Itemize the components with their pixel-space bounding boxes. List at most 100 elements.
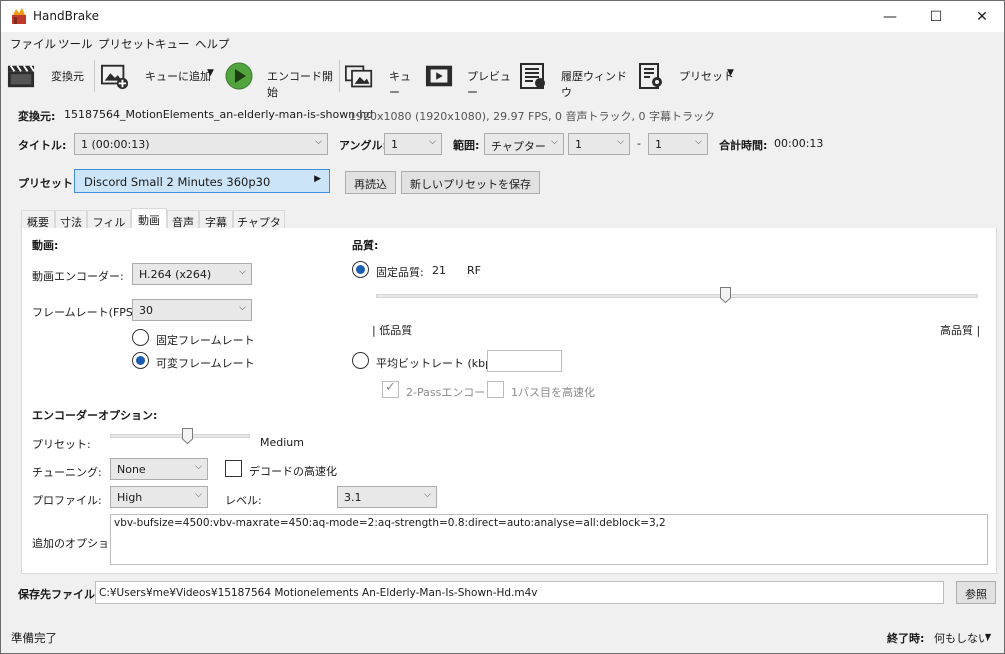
encoder-preset-value: Medium bbox=[260, 436, 304, 449]
constant-framerate-label: 固定フレームレート bbox=[156, 334, 255, 347]
range-end-select[interactable]: 1 ⌵ bbox=[648, 133, 708, 155]
avg-bitrate-radio[interactable] bbox=[352, 352, 369, 369]
range-start-value: 1 bbox=[575, 138, 582, 151]
menu-bar: ファイル ツール プリセット キュー ヘルプ bbox=[1, 32, 1004, 54]
title-select-value: 1 (00:00:13) bbox=[81, 138, 150, 151]
turbo-first-pass-label: 1パス目を高速化 bbox=[511, 386, 595, 399]
range-type-select[interactable]: チャプター ⌵ bbox=[484, 133, 564, 155]
chevron-down-icon: ⌵ bbox=[239, 303, 246, 313]
range-start-select[interactable]: 1 ⌵ bbox=[568, 133, 630, 155]
level-select[interactable]: 3.1 ⌵ bbox=[337, 486, 437, 508]
preview-label: プレビュー bbox=[467, 70, 511, 99]
source-label: 変換元 bbox=[51, 70, 84, 83]
chevron-down-icon[interactable]: ▼ bbox=[985, 632, 991, 641]
menu-help[interactable]: ヘルプ bbox=[195, 36, 230, 52]
title-bar: HandBrake — ☐ ✕ bbox=[1, 1, 1004, 32]
duration-value: 00:00:13 bbox=[774, 137, 824, 150]
add-to-queue-dropdown-icon[interactable]: ▼ bbox=[207, 68, 214, 78]
chevron-down-icon: ⌵ bbox=[195, 490, 202, 500]
constant-quality-label: 固定品質: bbox=[376, 266, 424, 279]
toolbar: 変換元 キューに追加 ▼ エンコード開始 キュー プレビュー 履歴ウィンドウ プ… bbox=[1, 54, 1004, 99]
menu-queue[interactable]: キュー bbox=[155, 36, 190, 52]
tab-video[interactable]: 動画 bbox=[131, 208, 167, 229]
constant-quality-radio[interactable] bbox=[352, 261, 369, 278]
range-label: 範囲: bbox=[453, 139, 480, 152]
profile-select[interactable]: High ⌵ bbox=[110, 486, 208, 508]
quality-slider-thumb[interactable] bbox=[720, 287, 732, 303]
chevron-down-icon: ⌵ bbox=[195, 462, 202, 472]
when-done-value[interactable]: 何もしない bbox=[934, 630, 989, 646]
tab-filters[interactable]: フィルタ bbox=[87, 210, 131, 245]
tune-select[interactable]: None ⌵ bbox=[110, 458, 208, 480]
rf-value: 21 bbox=[432, 264, 446, 277]
check-icon: ✓ bbox=[385, 380, 396, 395]
status-text: 準備完了 bbox=[11, 631, 57, 645]
turbo-first-pass-checkbox[interactable] bbox=[487, 381, 504, 398]
save-new-preset-button[interactable]: 新しいプリセットを保存 bbox=[401, 171, 540, 194]
framerate-label: フレームレート(FPS): bbox=[32, 306, 141, 319]
play-icon bbox=[225, 62, 253, 90]
range-dash: - bbox=[637, 137, 641, 150]
preview-button[interactable]: プレビュー bbox=[425, 58, 511, 99]
chevron-down-icon: ⌵ bbox=[315, 137, 322, 147]
menu-tools[interactable]: ツール bbox=[58, 36, 93, 52]
menu-presets[interactable]: プリセット bbox=[98, 36, 156, 52]
tab-chapters[interactable]: チャプター bbox=[233, 210, 285, 245]
tab-audio[interactable]: 音声 bbox=[167, 210, 199, 229]
encoder-preset-slider-track[interactable] bbox=[110, 434, 250, 438]
avg-bitrate-input[interactable] bbox=[487, 350, 562, 372]
variable-framerate-label: 可変フレームレート bbox=[156, 357, 255, 370]
tab-summary[interactable]: 概要 bbox=[21, 210, 55, 229]
source-name: 15187564_MotionElements_an-elderly-man-i… bbox=[64, 108, 374, 121]
close-button[interactable]: ✕ bbox=[959, 1, 1005, 32]
angle-select[interactable]: 1 ⌵ bbox=[384, 133, 442, 155]
profile-select-value: High bbox=[117, 491, 143, 504]
tune-select-value: None bbox=[117, 463, 146, 476]
destination-path-input[interactable]: C:¥Users¥me¥Videos¥15187564 Motionelemen… bbox=[95, 581, 944, 604]
start-encode-button[interactable]: エンコード開始 bbox=[225, 58, 335, 99]
when-done-label: 終了時: bbox=[887, 632, 925, 645]
encoder-label: 動画エンコーダー: bbox=[32, 270, 124, 283]
angle-label: アングル: bbox=[339, 139, 387, 152]
start-encode-label: エンコード開始 bbox=[267, 70, 333, 99]
quality-slider-track[interactable] bbox=[376, 294, 978, 298]
minimize-button[interactable]: — bbox=[867, 1, 913, 32]
fast-decode-checkbox[interactable] bbox=[225, 460, 242, 477]
preset-settings-icon bbox=[639, 63, 662, 89]
framerate-select[interactable]: 30 ⌵ bbox=[132, 299, 252, 321]
encoder-preset-slider-thumb[interactable] bbox=[182, 428, 193, 444]
extra-options-textarea[interactable]: vbv-bufsize=4500:vbv-maxrate=450:aq-mode… bbox=[110, 514, 988, 565]
status-bar: 準備完了 終了時: 何もしない ▼ bbox=[1, 625, 1004, 653]
tab-subtitles[interactable]: 字幕 bbox=[199, 210, 233, 229]
level-label: レベル: bbox=[225, 494, 262, 507]
toolbar-separator bbox=[339, 60, 340, 92]
chevron-right-icon: ▶ bbox=[314, 174, 321, 184]
source-button[interactable]: 変換元 bbox=[5, 58, 89, 94]
reload-preset-button[interactable]: 再読込 bbox=[345, 171, 396, 194]
video-section-heading: 動画: bbox=[32, 239, 59, 252]
variable-framerate-radio[interactable] bbox=[132, 352, 149, 369]
film-icon bbox=[425, 65, 453, 87]
title-select[interactable]: 1 (00:00:13) ⌵ bbox=[74, 133, 328, 155]
preset-selector[interactable]: Discord Small 2 Minutes 360p30 ▶ bbox=[74, 169, 330, 193]
maximize-button[interactable]: ☐ bbox=[913, 1, 959, 32]
queue-button[interactable]: キュー bbox=[345, 58, 417, 99]
fast-decode-label: デコードの高速化 bbox=[249, 465, 337, 478]
browse-button[interactable]: 参照 bbox=[956, 581, 996, 604]
level-select-value: 3.1 bbox=[344, 491, 362, 504]
constant-framerate-radio[interactable] bbox=[132, 329, 149, 346]
presets-button[interactable]: プリセット ▼ bbox=[637, 58, 741, 94]
tab-dimensions[interactable]: 寸法 bbox=[55, 210, 87, 229]
activity-window-button[interactable]: 履歴ウィンドウ bbox=[519, 58, 627, 99]
chevron-down-icon: ⌵ bbox=[617, 137, 624, 147]
low-quality-label: | 低品質 bbox=[372, 324, 413, 337]
rf-unit: RF bbox=[467, 264, 481, 277]
angle-select-value: 1 bbox=[391, 138, 398, 151]
presets-label: プリセット bbox=[679, 70, 734, 83]
video-encoder-select[interactable]: H.264 (x264) ⌵ bbox=[132, 263, 252, 285]
menu-file[interactable]: ファイル bbox=[10, 36, 56, 52]
two-pass-checkbox[interactable]: ✓ bbox=[382, 380, 399, 398]
add-to-queue-button[interactable]: キューに追加 ▼ bbox=[99, 58, 221, 94]
presets-dropdown-icon[interactable]: ▼ bbox=[727, 68, 734, 78]
chevron-down-icon: ⌵ bbox=[239, 267, 246, 277]
